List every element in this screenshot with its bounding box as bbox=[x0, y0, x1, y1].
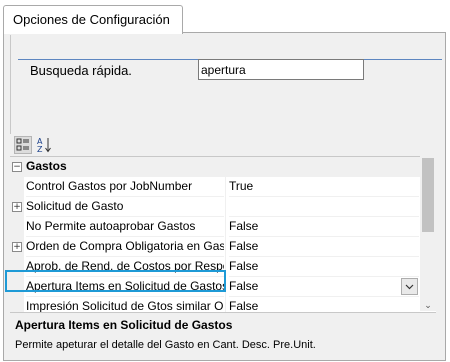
property-name: Aprob. de Rend. de Costos por Responsabl… bbox=[26, 257, 224, 277]
property-grid: − Gastos Control Gastos por JobNumber Tr… bbox=[10, 156, 436, 312]
dropdown-button[interactable] bbox=[401, 278, 418, 295]
property-name: Impresión Solicitud de Gtos similar Ord.… bbox=[26, 297, 224, 312]
property-grid-toolbar: A Z bbox=[10, 134, 436, 156]
search-input[interactable] bbox=[198, 59, 364, 80]
property-row[interactable]: + Orden de Compra Obligatoria en Gastos … bbox=[10, 237, 420, 257]
property-name: Control Gastos por JobNumber bbox=[26, 177, 224, 197]
collapse-icon[interactable]: − bbox=[12, 162, 22, 172]
category-label: Gastos bbox=[26, 159, 67, 173]
property-value[interactable]: False bbox=[229, 217, 419, 237]
scrollbar-thumb[interactable] bbox=[422, 158, 434, 232]
help-title: Apertura Items en Solicitud de Gastos bbox=[15, 318, 233, 332]
vertical-scrollbar[interactable]: ⌄ bbox=[420, 156, 436, 311]
alphabetical-sort-icon[interactable]: A Z bbox=[36, 136, 54, 154]
expand-icon[interactable]: + bbox=[12, 202, 22, 212]
property-value[interactable] bbox=[229, 197, 419, 217]
chevron-down-icon bbox=[405, 284, 414, 290]
property-name: Apertura Items en Solicitud de Gastos bbox=[26, 277, 224, 297]
search-label: Busqueda rápida. bbox=[30, 63, 132, 78]
property-row[interactable]: + Solicitud de Gasto bbox=[10, 197, 420, 217]
property-row[interactable]: Control Gastos por JobNumber True bbox=[10, 177, 420, 197]
categorized-view-icon[interactable] bbox=[14, 136, 32, 154]
property-value[interactable]: False bbox=[229, 237, 419, 257]
property-row[interactable]: No Permite autoaprobar Gastos False bbox=[10, 217, 420, 237]
help-panel: Apertura Items en Solicitud de Gastos Pe… bbox=[10, 312, 436, 359]
svg-text:Z: Z bbox=[37, 145, 43, 154]
property-row[interactable]: Aprob. de Rend. de Costos por Responsabl… bbox=[10, 257, 420, 277]
property-name: Solicitud de Gasto bbox=[26, 197, 224, 217]
property-value[interactable]: False bbox=[229, 257, 419, 277]
scroll-down-icon[interactable]: ⌄ bbox=[422, 300, 434, 310]
category-gastos[interactable]: − Gastos bbox=[10, 157, 420, 177]
tab-label: Opciones de Configuración bbox=[13, 12, 170, 27]
property-name: No Permite autoaprobar Gastos bbox=[26, 217, 224, 237]
property-value[interactable]: False bbox=[229, 297, 419, 312]
tab-opciones-configuracion[interactable]: Opciones de Configuración bbox=[3, 5, 183, 34]
property-row[interactable]: Impresión Solicitud de Gtos similar Ord.… bbox=[10, 297, 420, 312]
property-value[interactable]: True bbox=[229, 177, 419, 197]
expand-icon[interactable]: + bbox=[12, 242, 22, 252]
property-row-selected[interactable]: Apertura Items en Solicitud de Gastos Fa… bbox=[10, 277, 420, 297]
property-name: Orden de Compra Obligatoria en Gastos bbox=[26, 237, 224, 257]
help-description: Permite apeturar el detalle del Gasto en… bbox=[15, 339, 316, 351]
property-value[interactable]: False bbox=[229, 277, 419, 297]
